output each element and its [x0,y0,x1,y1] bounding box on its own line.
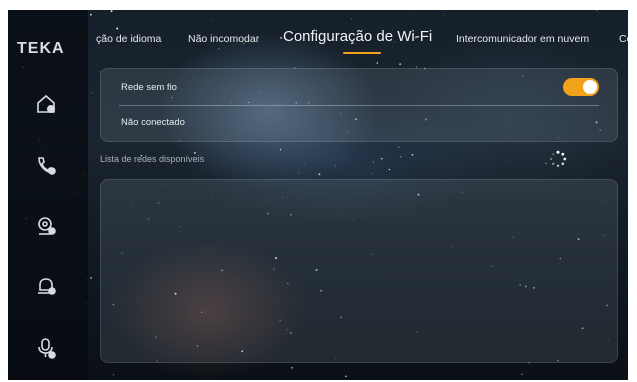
wifi-settings-panel: Rede sem fio Não conectado [100,68,618,142]
sidebar: TEKA [8,10,88,380]
star [304,163,305,164]
connection-status: Não conectado [121,117,185,128]
wireless-network-toggle[interactable] [563,78,599,96]
star [351,18,353,20]
star [413,12,415,14]
star [372,161,374,163]
teka-logo: TEKA [17,40,65,57]
star [291,366,294,369]
network-list[interactable] [100,179,618,363]
tab-language[interactable]: ção de idioma [96,33,161,45]
star [112,23,113,25]
star [380,157,383,160]
star [112,374,115,376]
star [520,373,523,376]
star [110,10,113,13]
star [90,277,92,279]
star [399,155,402,158]
bell-icon [38,278,56,295]
star [370,172,372,174]
tab-wifi-settings[interactable]: Configuração de Wi-Fi [283,28,432,45]
camera-icon [38,217,56,235]
star [505,162,506,163]
star [173,363,174,365]
star [345,375,347,378]
star [497,60,499,62]
tab-do-not-disturb[interactable]: Não incomodar [188,33,259,45]
star [376,62,379,64]
mic-icon [38,338,56,359]
star [388,168,391,171]
sidebar-item-camera[interactable] [34,214,58,238]
star [298,172,300,174]
star [411,153,414,156]
star [335,165,336,167]
home-icon [37,94,56,114]
tab-more[interactable]: Co [619,33,628,45]
star [399,63,402,66]
phone-icon [38,157,56,175]
active-tab-indicator [343,52,381,54]
sidebar-item-phone[interactable] [34,154,58,178]
toggle-knob [583,80,597,94]
loading-spinner-icon [550,150,567,167]
star [318,173,321,176]
star [398,146,400,148]
settings-tabs: ção de idioma Não incomodar Configuração… [96,28,628,54]
divider [119,105,599,106]
star [279,148,282,151]
star [545,162,547,164]
star [91,92,93,94]
star [444,15,446,16]
star [596,10,598,12]
sidebar-item-home[interactable] [34,92,58,116]
available-networks-title: Lista de redes disponíveis [100,154,205,164]
star [90,13,92,16]
sidebar-item-intercom[interactable] [34,336,58,360]
star [385,151,387,153]
star [212,19,214,21]
wireless-network-label: Rede sem fio [121,82,177,93]
tab-cloud-intercom[interactable]: Intercomunicador em nuvem [456,33,589,45]
screen: TEKA ção de idioma Não incomodar Configu… [8,10,628,380]
sidebar-item-alarm[interactable] [34,274,58,298]
star [190,379,191,380]
